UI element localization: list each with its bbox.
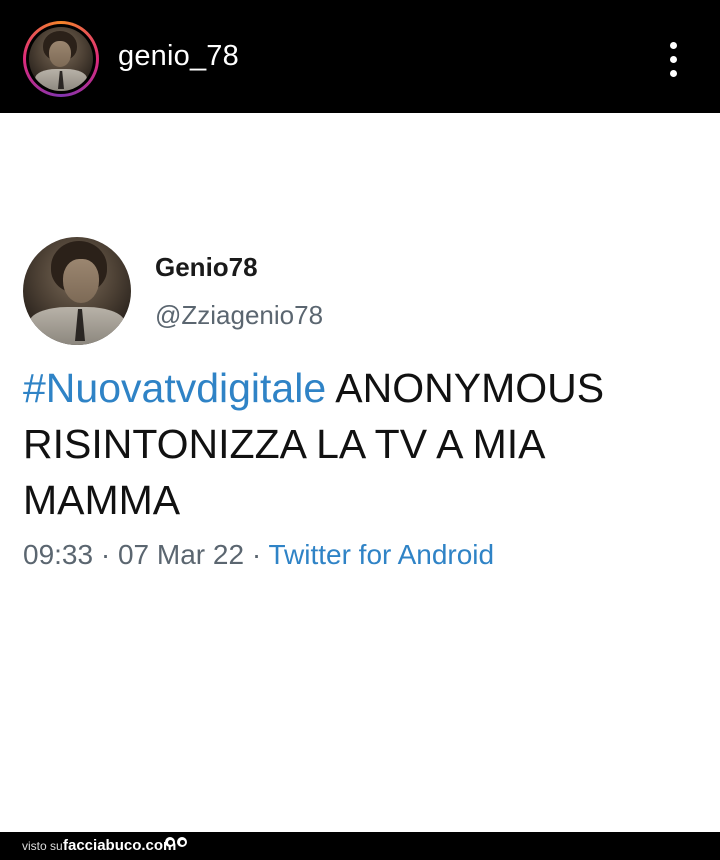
tweet-date: 07 Mar 22 — [117, 539, 245, 570]
avatar-photo — [29, 27, 93, 91]
profile-avatar[interactable] — [23, 21, 99, 97]
hashtag-link[interactable]: #Nuovatvdigitale — [23, 365, 326, 411]
watermark-prefix: visto su — [22, 839, 63, 853]
meta-separator: · — [93, 539, 118, 570]
story-username[interactable]: genio_78 — [118, 40, 239, 73]
more-options-icon[interactable] — [664, 40, 684, 80]
watermark-site[interactable]: facciabuco.com — [63, 837, 176, 854]
tweet-text: #Nuovatvdigitale ANONYMOUS RISINTONIZZA … — [23, 360, 703, 528]
meta-separator: · — [244, 539, 269, 570]
tweet-avatar — [23, 237, 131, 345]
tweet-meta: 09:33 · 07 Mar 22 · Twitter for Android — [23, 539, 494, 571]
tweet-source-link[interactable]: Twitter for Android — [268, 539, 494, 570]
story-header: genio_78 — [0, 0, 720, 113]
tweet-handle: @Zziagenio78 — [155, 300, 324, 330]
tweet-time: 09:33 — [23, 539, 94, 570]
watermark-bar: visto su facciabuco.com — [0, 832, 720, 860]
eyes-logo-icon — [165, 836, 189, 852]
tweet-display-name: Genio78 — [155, 252, 258, 282]
